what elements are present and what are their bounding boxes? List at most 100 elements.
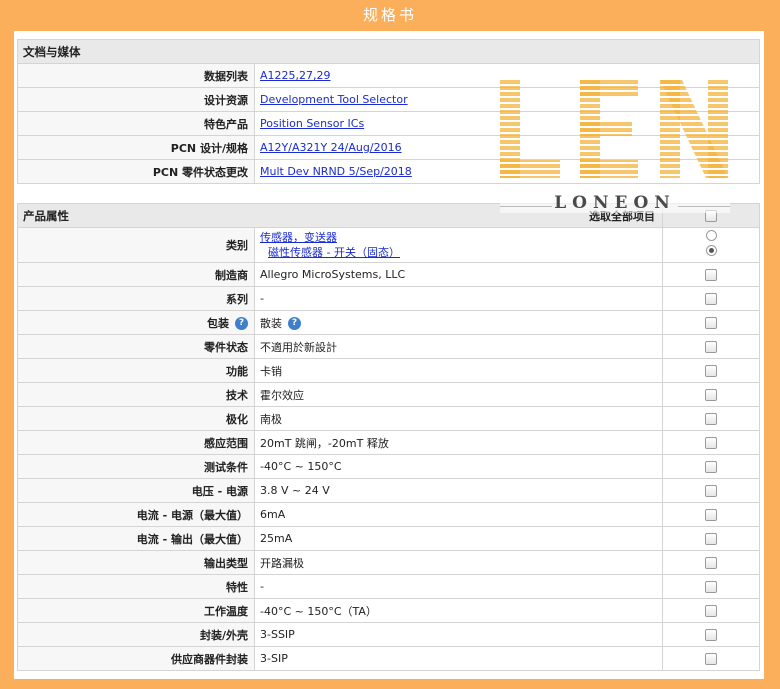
table-row: 电流 - 电源（最大值） 6mA — [17, 502, 760, 527]
row-value: 散装 — [260, 316, 282, 330]
table-row: 设计资源 Development Tool Selector — [17, 87, 760, 112]
row-checkbox[interactable] — [705, 605, 717, 617]
row-label: 系列 — [17, 286, 255, 311]
table-row: 特色产品 Position Sensor ICs — [17, 111, 760, 136]
pcn-status-link[interactable]: Mult Dev NRND 5/Sep/2018 — [260, 165, 412, 178]
pcn-design-link[interactable]: A12Y/A321Y 24/Aug/2016 — [260, 141, 402, 154]
row-checkbox[interactable] — [705, 317, 717, 329]
table-row: 极化 南极 — [17, 406, 760, 431]
page-title: 规格书 — [362, 6, 417, 24]
row-label: PCN 零件状态更改 — [17, 159, 255, 184]
row-value: 卡销 — [254, 358, 663, 383]
row-label: 工作温度 — [17, 598, 255, 623]
row-label: 电流 - 电源（最大值） — [17, 502, 255, 527]
table-row: 感应范围 20mT 跳闸，-20mT 释放 — [17, 430, 760, 455]
table-row: 电压 - 电源 3.8 V ~ 24 V — [17, 478, 760, 503]
row-value: 开路漏极 — [254, 550, 663, 575]
table-row: PCN 设计/规格 A12Y/A321Y 24/Aug/2016 — [17, 135, 760, 160]
row-checkbox[interactable] — [705, 629, 717, 641]
row-checkbox[interactable] — [705, 461, 717, 473]
row-value: 3-SIP — [254, 646, 663, 671]
row-value: 霍尔效应 — [254, 382, 663, 407]
table-row: 技术 霍尔效应 — [17, 382, 760, 407]
table-row: 电流 - 输出（最大值） 25mA — [17, 526, 760, 551]
row-value: 南极 — [254, 406, 663, 431]
category-link-magnetic-switch[interactable]: 磁性传感器 - 开关（固态） — [260, 245, 657, 260]
row-label: 输出类型 — [17, 550, 255, 575]
datasheet-link[interactable]: A1225,27,29 — [260, 69, 331, 82]
row-checkbox[interactable] — [705, 269, 717, 281]
row-value: 3.8 V ~ 24 V — [254, 478, 663, 503]
row-checkbox[interactable] — [705, 653, 717, 665]
row-label: 零件状态 — [17, 334, 255, 359]
row-checkbox[interactable] — [705, 581, 717, 593]
row-label: 包装 — [207, 316, 229, 330]
table-row: 供应商器件封装 3-SIP — [17, 646, 760, 671]
row-checkbox[interactable] — [705, 413, 717, 425]
row-label: 特性 — [17, 574, 255, 599]
docs-header-row: 文档与媒体 — [17, 39, 760, 64]
row-label: 测试条件 — [17, 454, 255, 479]
row-label: 极化 — [17, 406, 255, 431]
help-icon[interactable]: ? — [235, 317, 248, 330]
featured-product-link[interactable]: Position Sensor ICs — [260, 117, 364, 130]
row-checkbox[interactable] — [705, 533, 717, 545]
row-value: 25mA — [254, 526, 663, 551]
table-row: 包装? 散装? — [17, 310, 760, 335]
docs-heading: 文档与媒体 — [17, 39, 760, 64]
category-link-sensors[interactable]: 传感器，变送器 — [260, 230, 657, 245]
table-row: PCN 零件状态更改 Mult Dev NRND 5/Sep/2018 — [17, 159, 760, 184]
row-label: 制造商 — [17, 262, 255, 287]
help-icon[interactable]: ? — [288, 317, 301, 330]
attributes-heading-label: 产品属性 — [23, 208, 69, 223]
row-label: 感应范围 — [17, 430, 255, 455]
row-checkbox[interactable] — [705, 485, 717, 497]
row-checkbox[interactable] — [705, 437, 717, 449]
row-label: 数据列表 — [17, 63, 255, 88]
category-radio-2[interactable] — [705, 245, 717, 256]
row-checkbox[interactable] — [705, 389, 717, 401]
row-checkbox[interactable] — [705, 341, 717, 353]
table-row: 功能 卡销 — [17, 358, 760, 383]
row-label: 电流 - 输出（最大值） — [17, 526, 255, 551]
row-value: Allegro MicroSystems, LLC — [254, 262, 663, 287]
row-label: 类别 — [17, 227, 255, 263]
row-label: 设计资源 — [17, 87, 255, 112]
table-row: 测试条件 -40°C ~ 150°C — [17, 454, 760, 479]
table-row: 制造商 Allegro MicroSystems, LLC — [17, 262, 760, 287]
table-row: 特性 - — [17, 574, 760, 599]
row-value: 不適用於新設計 — [254, 334, 663, 359]
row-label: 供应商器件封装 — [17, 646, 255, 671]
row-value-cell: 散装? — [254, 310, 663, 335]
table-row: 封装/外壳 3-SSIP — [17, 622, 760, 647]
category-radio-1[interactable] — [705, 230, 717, 241]
row-label: 电压 - 电源 — [17, 478, 255, 503]
table-row: 零件状态 不適用於新設計 — [17, 334, 760, 359]
row-label: PCN 设计/规格 — [17, 135, 255, 160]
table-row: 系列 - — [17, 286, 760, 311]
row-label: 技术 — [17, 382, 255, 407]
row-checkbox[interactable] — [705, 509, 717, 521]
row-value: -40°C ~ 150°C — [254, 454, 663, 479]
row-value: 6mA — [254, 502, 663, 527]
row-label-cell: 包装? — [17, 310, 255, 335]
spec-panel: 文档与媒体 数据列表 A1225,27,29 设计资源 Development … — [14, 31, 764, 679]
row-label: 特色产品 — [17, 111, 255, 136]
row-value: - — [254, 574, 663, 599]
row-checkbox[interactable] — [705, 293, 717, 305]
table-row: 工作温度 -40°C ~ 150°C（TA） — [17, 598, 760, 623]
docs-table: 文档与媒体 数据列表 A1225,27,29 设计资源 Development … — [17, 39, 760, 184]
row-label: 封装/外壳 — [17, 622, 255, 647]
row-value: -40°C ~ 150°C（TA） — [254, 598, 663, 623]
row-value: 3-SSIP — [254, 622, 663, 647]
attributes-table: 产品属性 选取全部项目 类别 传感器，变送器 磁性传感器 - 开关（固态） 制造… — [17, 203, 760, 671]
table-row: 输出类型 开路漏极 — [17, 550, 760, 575]
table-row-category: 类别 传感器，变送器 磁性传感器 - 开关（固态） — [17, 227, 760, 263]
row-label: 功能 — [17, 358, 255, 383]
row-checkbox[interactable] — [705, 365, 717, 377]
watermark-brand: LONEON — [500, 193, 730, 213]
design-resource-link[interactable]: Development Tool Selector — [260, 93, 408, 106]
table-row: 数据列表 A1225,27,29 — [17, 63, 760, 88]
row-checkbox[interactable] — [705, 557, 717, 569]
row-value: - — [254, 286, 663, 311]
